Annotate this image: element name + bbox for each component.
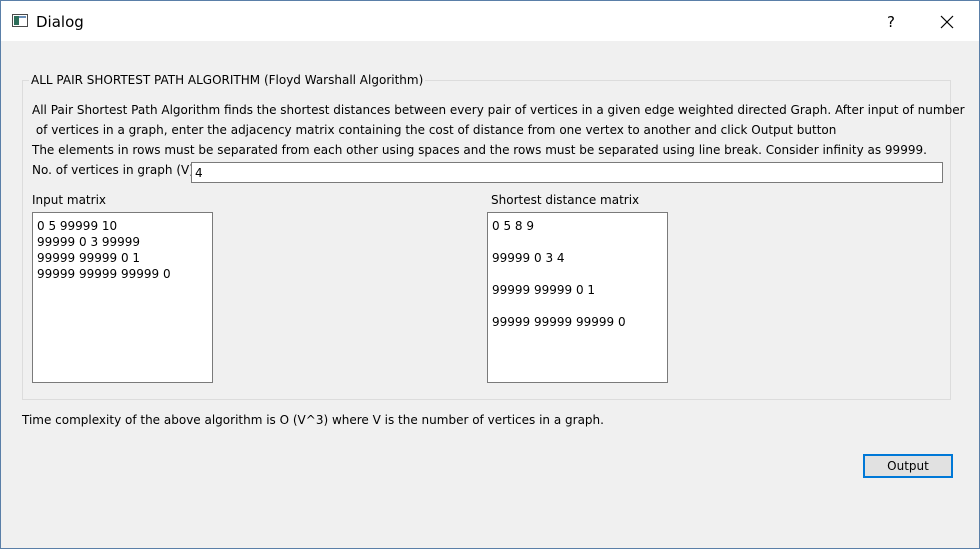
close-icon [940, 15, 954, 29]
input-matrix-textarea[interactable]: 0 5 99999 10 99999 0 3 99999 99999 99999… [32, 212, 213, 383]
input-matrix-row: 99999 99999 0 1 [37, 251, 141, 265]
close-button[interactable] [923, 7, 971, 37]
output-matrix-label: Shortest distance matrix [491, 193, 640, 207]
app-icon [12, 14, 28, 27]
output-matrix-row: 99999 99999 99999 0 [492, 315, 626, 329]
output-button[interactable]: Output [863, 454, 953, 478]
output-matrix-row: 99999 99999 0 1 [492, 283, 596, 297]
description-line-3: The elements in rows must be separated f… [32, 143, 927, 157]
description-line-1: All Pair Shortest Path Algorithm finds t… [32, 103, 965, 117]
input-matrix-row: 0 5 99999 10 [37, 219, 118, 233]
input-matrix-label: Input matrix [32, 193, 107, 207]
description-line-2: of vertices in a graph, enter the adjace… [32, 123, 837, 137]
vertices-input[interactable] [191, 162, 943, 183]
vertices-label: No. of vertices in graph (V) [32, 163, 194, 177]
complexity-note: Time complexity of the above algorithm i… [22, 413, 604, 427]
input-matrix-row: 99999 99999 99999 0 [37, 267, 171, 281]
help-button[interactable]: ? [873, 7, 909, 37]
window-title: Dialog [36, 13, 84, 31]
groupbox-title: ALL PAIR SHORTEST PATH ALGORITHM (Floyd … [29, 73, 426, 87]
title-bar[interactable]: Dialog ? [1, 1, 979, 41]
input-matrix-row: 99999 0 3 99999 [37, 235, 141, 249]
output-matrix-row: 0 5 8 9 [492, 219, 534, 233]
output-matrix-textarea[interactable]: 0 5 8 9 99999 0 3 4 99999 99999 0 1 9999… [487, 212, 668, 383]
dialog-window: Dialog ? ALL PAIR SHORTEST PATH ALGORITH… [0, 0, 980, 549]
output-matrix-row: 99999 0 3 4 [492, 251, 565, 265]
